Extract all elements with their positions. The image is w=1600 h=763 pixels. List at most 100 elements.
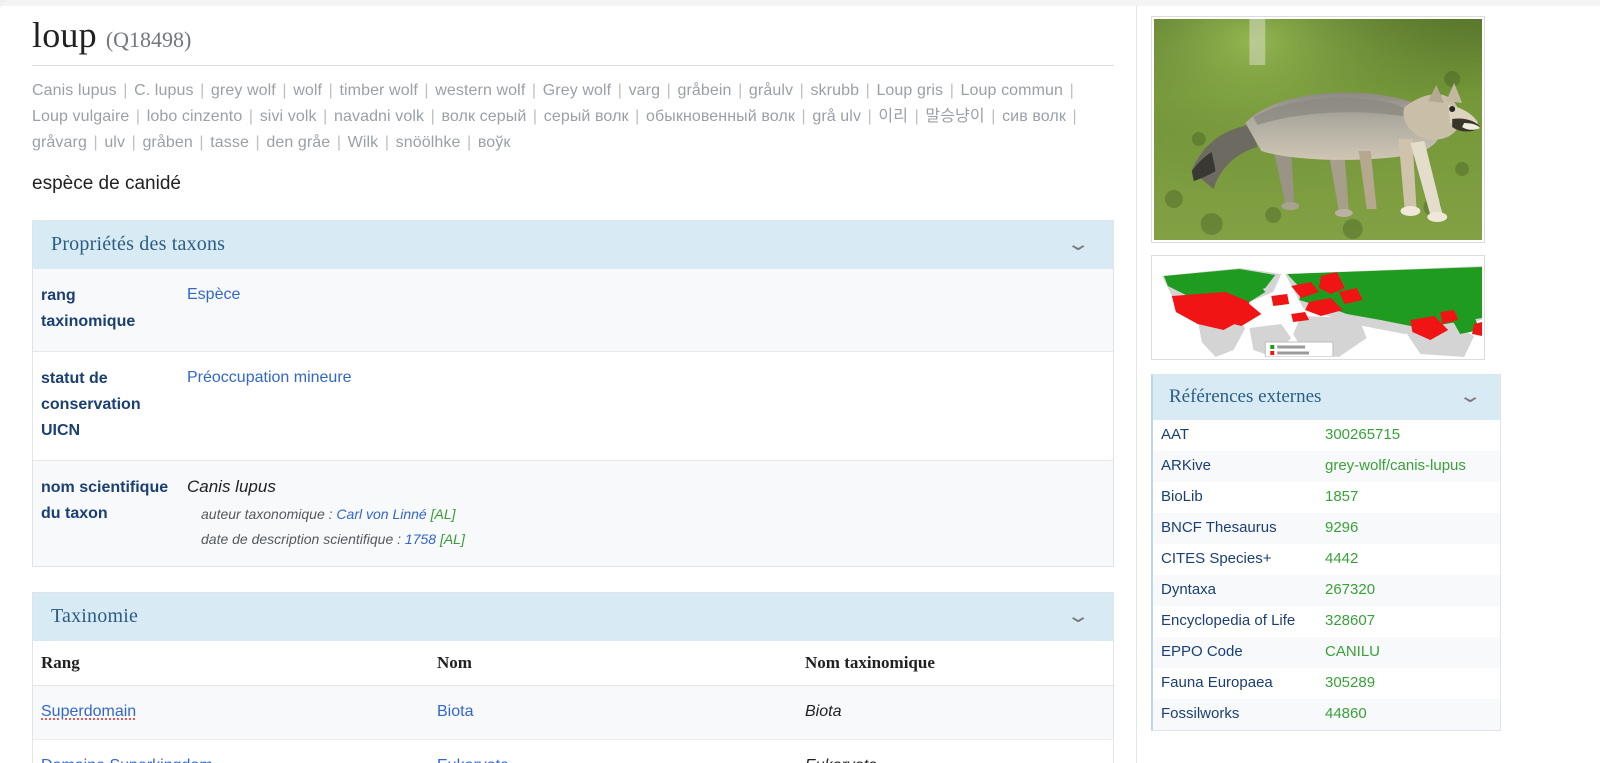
taxonomy-body: SuperdomainBiotaBiotaDomaine Superkingdo… — [33, 685, 1113, 763]
taxonomy-header[interactable]: Taxinomie ⌄ — [33, 593, 1113, 641]
alias-item: ulv — [104, 134, 126, 151]
alias-separator: | — [1067, 108, 1077, 125]
alias-separator: | — [613, 82, 627, 99]
taxon-properties-body: rang taxinomique Espèce statut de conserva… — [33, 269, 1113, 566]
external-reference-id[interactable]: 4442 — [1317, 544, 1500, 575]
column-header-rang: Rang — [33, 641, 429, 686]
taxonomy-head: Rang Nom Nom taxinomique — [33, 641, 1113, 686]
external-reference-source: Fauna Europaea — [1161, 674, 1273, 691]
alias-item: Loup gris — [876, 82, 944, 99]
taxon-properties-table: rang taxinomique Espèce statut de conserva… — [33, 269, 1113, 566]
external-reference-source: ARKive — [1153, 451, 1317, 482]
external-reference-row: Fossilworks 44860 — [1153, 699, 1500, 730]
table-row: Domaine Superkingdom Eukaryota Eukaryota — [33, 739, 1113, 763]
external-reference-id[interactable]: 328607 — [1317, 606, 1500, 637]
property-row: nom scientifique du taxon Canis lupus aute… — [33, 460, 1113, 567]
chevron-down-icon[interactable]: ⌄ — [1066, 607, 1099, 626]
alias-separator: | — [630, 108, 644, 125]
qualifier-value[interactable]: Carl von Linné — [336, 506, 426, 522]
chevron-down-icon[interactable]: ⌄ — [1457, 387, 1490, 406]
external-reference-source: Encyclopedia of Life — [1161, 612, 1296, 629]
page-title: loup (Q18498) — [32, 14, 1114, 66]
main-content: loup (Q18498) Canis lupus | C. lupus | gr… — [0, 0, 1137, 763]
external-reference-row: AAT 300265715 — [1153, 420, 1500, 451]
sidebar: Références externes ⌄ AAT 300265715 ARKive… — [1137, 0, 1600, 763]
external-reference-id[interactable]: 300265715 — [1317, 420, 1500, 451]
alias-item: tasse — [210, 134, 249, 151]
external-reference-id[interactable]: 267320 — [1317, 575, 1500, 606]
property-value-link[interactable]: Préoccupation mineure — [187, 369, 352, 386]
taxonomy-rank-link[interactable]: Superdomain — [41, 703, 136, 720]
reference-tag[interactable]: [AL] — [427, 506, 456, 522]
entity-qid[interactable]: (Q18498) — [106, 27, 192, 52]
alias-separator: | — [795, 82, 809, 99]
qualifier-row: date de description scientifique : 1758 … — [201, 529, 1103, 550]
alias-item: 말승냥이 — [925, 108, 985, 125]
external-reference-id[interactable]: 44860 — [1317, 699, 1500, 730]
external-references-body: AAT 300265715 ARKive grey-wolf/canis-lupus B… — [1153, 420, 1500, 730]
taxon-properties-header[interactable]: Propriétés des taxons ⌄ — [33, 221, 1113, 269]
external-reference-row: BioLib 1857 — [1153, 482, 1500, 513]
range-map[interactable] — [1154, 258, 1482, 357]
taxonomy-header-row: Rang Nom Nom taxinomique — [33, 641, 1113, 686]
alias-item: sivi volk — [259, 108, 317, 125]
alias-separator: | — [250, 134, 265, 151]
alias-separator: | — [462, 134, 476, 151]
qualifier-value[interactable]: 1758 — [405, 531, 436, 547]
alias-item: gråben — [142, 134, 193, 151]
reference-tag[interactable]: [AL] — [436, 531, 465, 547]
external-references-header[interactable]: Références externes ⌄ — [1153, 375, 1500, 420]
external-reference-source: BNCF Thesaurus — [1153, 513, 1317, 544]
entity-qid-text: (Q18498) — [105, 27, 192, 52]
taxonomy-rank-link[interactable]: Domaine Superkingdom — [41, 757, 213, 763]
alias-item: navadni volk — [333, 108, 425, 125]
taxonomy-card: Taxinomie ⌄ Rang Nom Nom taxinomique Sup… — [32, 592, 1114, 763]
alias-separator: | — [195, 82, 209, 99]
alias-separator: | — [277, 82, 292, 99]
photo-frame[interactable] — [1151, 16, 1485, 243]
external-reference-source: CITES Species+ — [1161, 550, 1272, 567]
external-reference-row: Dyntaxa 267320 — [1153, 575, 1500, 606]
taxonomy-name-cell: Eukaryota — [429, 739, 797, 763]
alias-item: grey wolf — [210, 82, 276, 99]
range-map-frame[interactable] — [1151, 255, 1485, 360]
external-reference-source: AAT — [1161, 426, 1190, 443]
qualifier-name: date de description scientifique : — [201, 531, 405, 547]
alias-separator: | — [986, 108, 1001, 125]
taxonomy-name-cell: Biota — [429, 685, 797, 740]
property-label: rang taxinomique — [41, 287, 136, 330]
wolf-photo[interactable] — [1154, 19, 1482, 240]
external-reference-row: ARKive grey-wolf/canis-lupus — [1153, 451, 1500, 482]
alias-item: grå ulv — [812, 108, 862, 125]
external-reference-id[interactable]: 305289 — [1317, 668, 1500, 699]
alias-item: Canis lupus — [32, 82, 117, 99]
alias-item: 이리 — [878, 108, 909, 125]
external-reference-source: EPPO Code — [1153, 637, 1317, 668]
alias-separator: | — [380, 134, 394, 151]
property-label: statut de conservation UICN — [41, 370, 141, 439]
external-reference-id[interactable]: 9296 — [1317, 513, 1500, 544]
taxonomy-name-link[interactable]: Eukaryota — [437, 757, 509, 763]
property-value: Canis lupus auteur taxonomique : Carl von… — [179, 461, 1113, 567]
property-row: statut de conservation UICN Préoccupation… — [33, 351, 1113, 461]
external-reference-id[interactable]: 1857 — [1317, 482, 1500, 513]
alias-separator: | — [861, 82, 875, 99]
external-reference-id[interactable]: grey-wolf/canis-lupus — [1317, 451, 1500, 482]
taxonomy-name-link[interactable]: Biota — [437, 703, 473, 720]
chevron-down-icon[interactable]: ⌄ — [1066, 235, 1099, 254]
alias-separator: | — [88, 134, 103, 151]
alias-separator: | — [324, 82, 338, 99]
alias-item: Grey wolf — [542, 82, 612, 99]
taxonomy-rank-cell: Domaine Superkingdom — [33, 739, 429, 763]
external-reference-id[interactable]: CANILU — [1317, 637, 1500, 668]
taxonomy-table: Rang Nom Nom taxinomique Superdomain Biot… — [33, 641, 1113, 763]
external-reference-source: BioLib — [1161, 488, 1203, 505]
alias-separator: | — [332, 134, 346, 151]
alias-item: C. lupus — [134, 82, 194, 99]
external-reference-row: BNCF Thesaurus 9296 — [1153, 513, 1500, 544]
top-strip — [0, 0, 1600, 6]
property-value-link[interactable]: Espèce — [187, 286, 240, 303]
alias-separator: | — [127, 134, 141, 151]
alias-separator: | — [910, 108, 924, 125]
alias-separator: | — [318, 108, 332, 125]
